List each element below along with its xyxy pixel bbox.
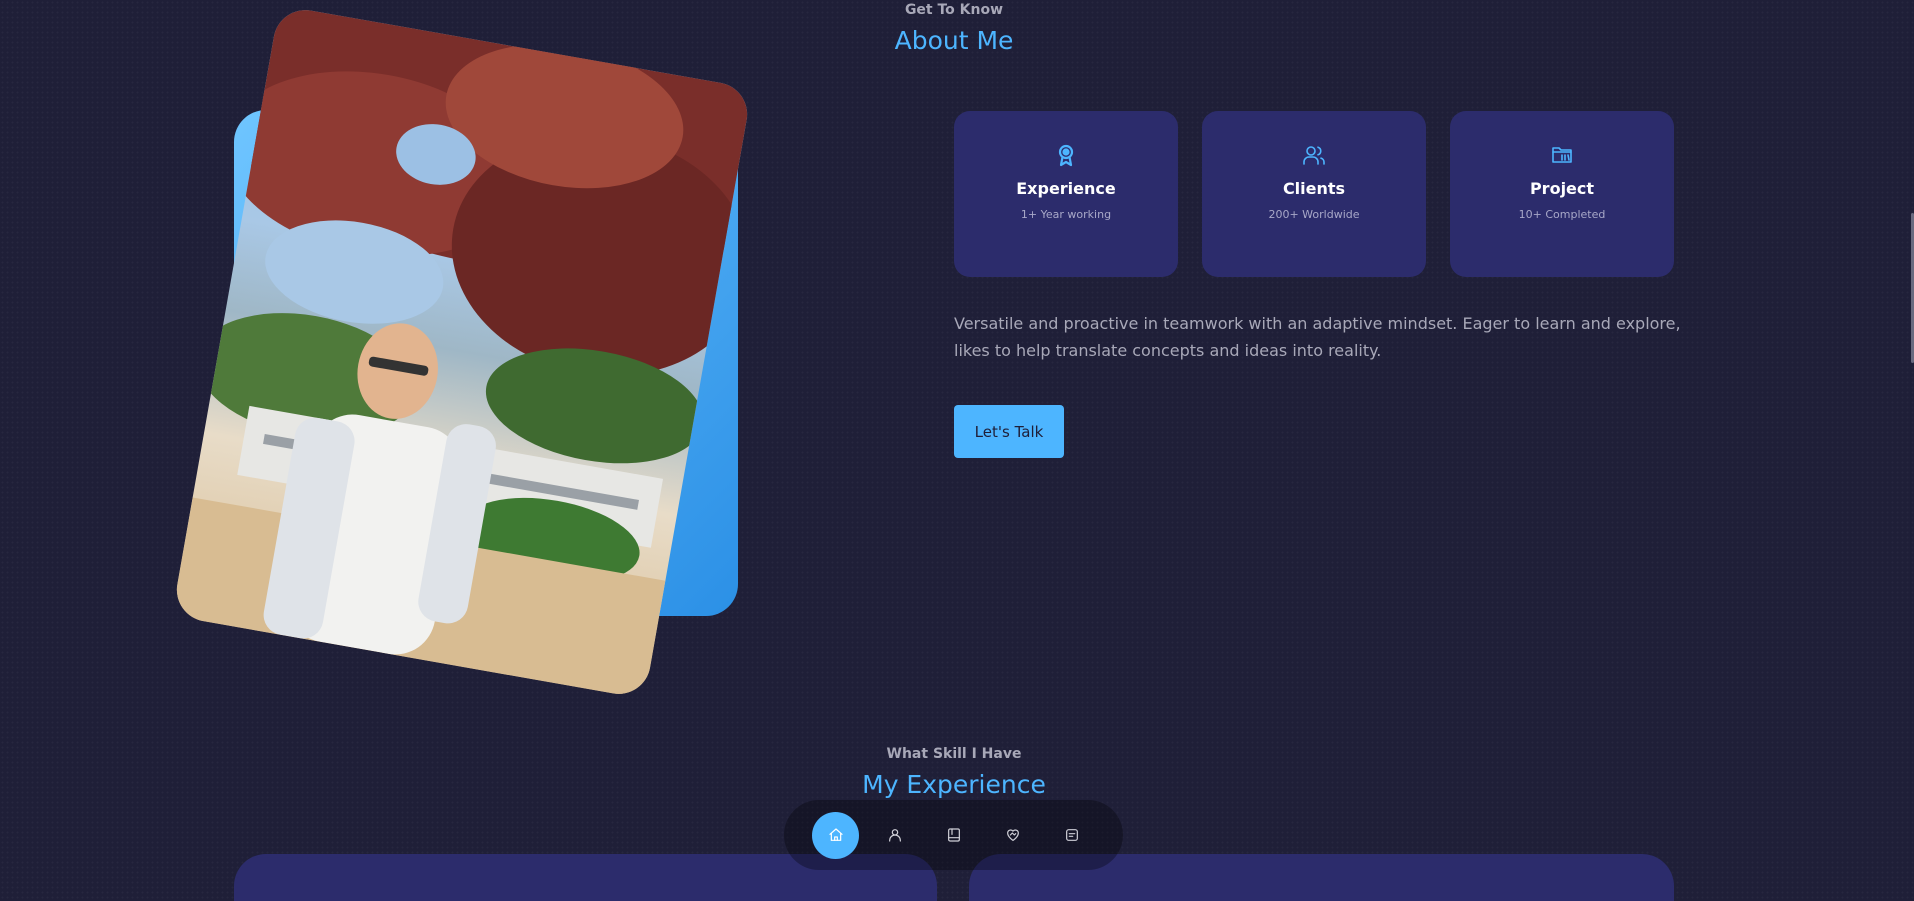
nav-home[interactable] <box>812 811 859 859</box>
home-icon <box>828 828 843 841</box>
about-cards: Experience 1+ Year working Clients 200+ … <box>954 111 1674 277</box>
card-title: Project <box>1529 179 1595 198</box>
nav-services[interactable] <box>989 812 1036 859</box>
experience-subtitle: What Skill I Have <box>886 746 1022 762</box>
message-icon <box>1065 829 1078 841</box>
card-subtitle: 1+ Year working <box>1020 208 1112 221</box>
card-title: Clients <box>1282 179 1346 198</box>
card-subtitle: 200+ Worldwide <box>1268 208 1360 221</box>
experience-card: Experience 1+ Year working <box>954 111 1178 277</box>
nav-experience[interactable] <box>930 812 977 859</box>
heart-handshake-icon <box>1006 829 1019 841</box>
nav-about[interactable] <box>871 812 918 859</box>
project-card: Project 10+ Completed <box>1450 111 1674 277</box>
lets-talk-button[interactable]: Let's Talk <box>954 405 1064 458</box>
folder-icon <box>1552 147 1572 163</box>
award-icon <box>1058 144 1074 167</box>
clients-card: Clients 200+ Worldwide <box>1202 111 1426 277</box>
card-title: Experience <box>1016 179 1116 198</box>
experience-title: My Experience <box>862 770 1046 799</box>
about-description: Versatile and proactive in teamwork with… <box>954 314 1681 360</box>
users-icon <box>1303 146 1325 165</box>
card-subtitle: 10+ Completed <box>1518 208 1606 221</box>
bottom-nav <box>784 800 1123 870</box>
book-icon <box>947 828 960 842</box>
user-icon <box>888 829 901 842</box>
nav-contact[interactable] <box>1048 812 1095 859</box>
